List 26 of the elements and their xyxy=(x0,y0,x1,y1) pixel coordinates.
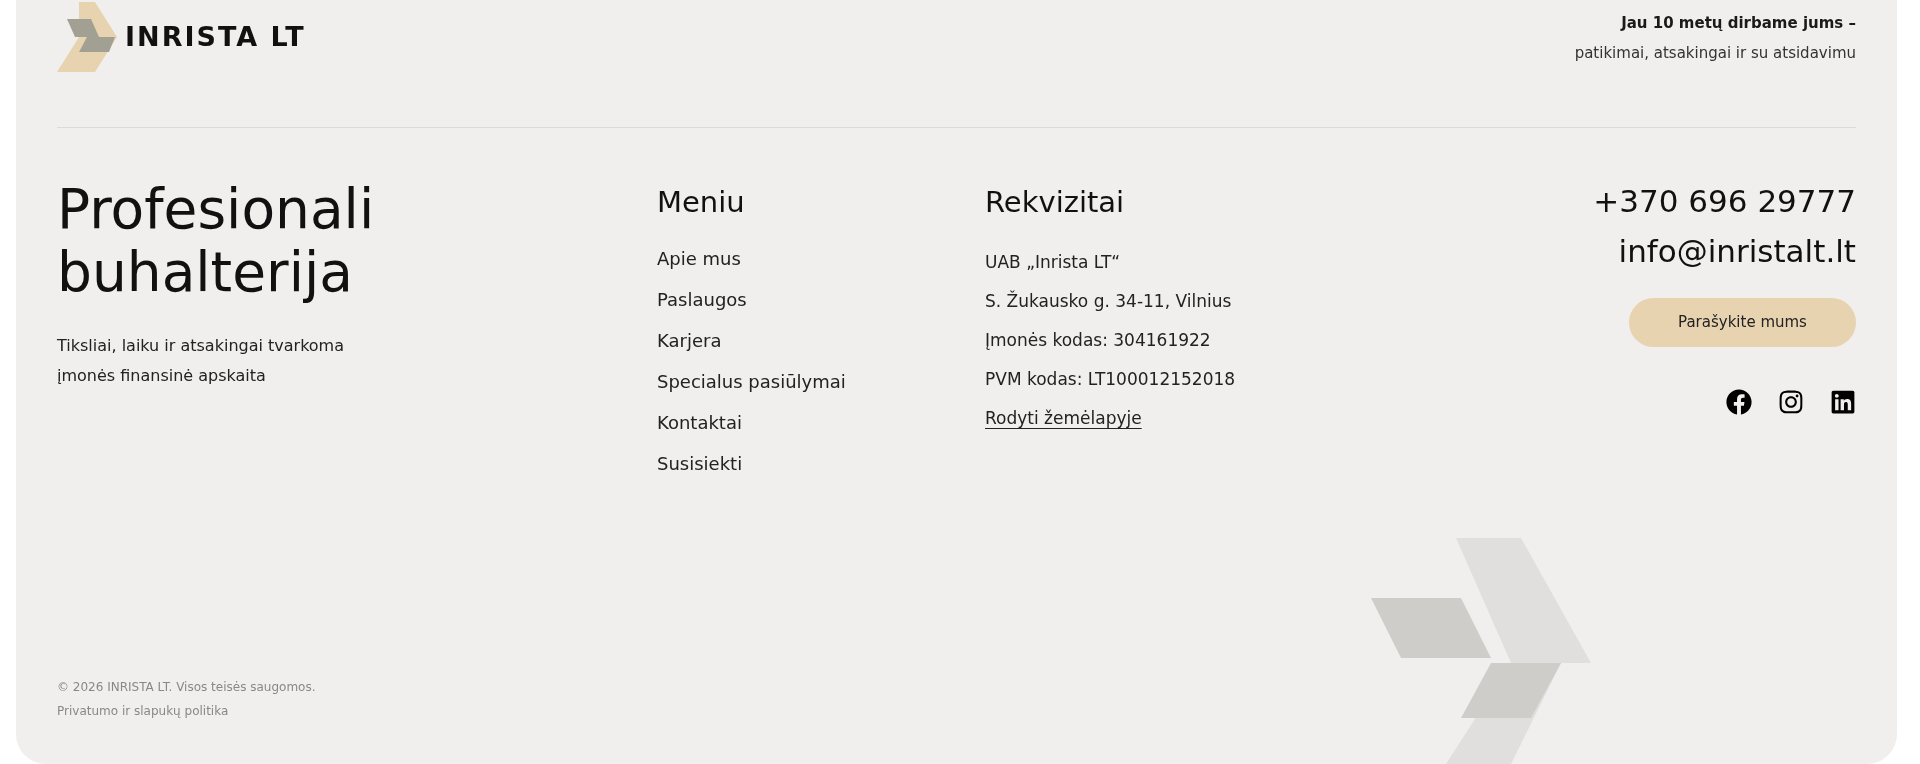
menu-link[interactable]: Paslaugos xyxy=(657,285,747,313)
logo-icon xyxy=(57,2,117,72)
instagram-icon[interactable] xyxy=(1778,389,1804,415)
menu-link[interactable]: Susisiekti xyxy=(657,449,743,477)
details-text: Įmonės kodas: 304161922 xyxy=(985,328,1212,352)
menu-heading: Meniu xyxy=(657,184,746,221)
tagline-heading: Jau 10 metų dirbame jums – xyxy=(1619,13,1856,34)
copyright-text: © 2026 INRISTA LT. Visos teisės saugomos. xyxy=(57,679,316,696)
logo[interactable]: INRISTA LT xyxy=(57,0,306,72)
menu-link[interactable]: Specialus pasiūlymai xyxy=(657,367,846,395)
menu-link[interactable]: Apie mus xyxy=(657,244,741,272)
details-text: UAB „Inrista LT“ xyxy=(985,250,1122,274)
headline-description: Tiksliai, laiku ir atsakingai tvarkoma įmonės finansinė apskaita xyxy=(57,334,345,387)
phone-link[interactable]: +370 696 29777 xyxy=(1593,181,1856,221)
facebook-icon[interactable] xyxy=(1726,389,1752,415)
details-text: S. Žukausko g. 34-11, Vilnius xyxy=(985,289,1233,313)
details-text: PVM kodas: LT100012152018 xyxy=(985,367,1237,391)
map-link[interactable]: Rodyti žemėlapyje xyxy=(985,405,1142,430)
headline: Profesionali buhalterija xyxy=(57,178,376,305)
menu-link[interactable]: Karjera xyxy=(657,326,722,354)
details-heading: Rekvizitai xyxy=(985,184,1126,221)
linkedin-icon[interactable] xyxy=(1830,389,1856,415)
email-link[interactable]: info@inristalt.lt xyxy=(1618,231,1856,271)
menu-link[interactable]: Kontaktai xyxy=(657,408,742,436)
write-us-button[interactable]: Parašykite mums xyxy=(1629,298,1856,347)
tagline-text: patikimai, atsakingai ir su atsidavimu xyxy=(1574,42,1856,64)
